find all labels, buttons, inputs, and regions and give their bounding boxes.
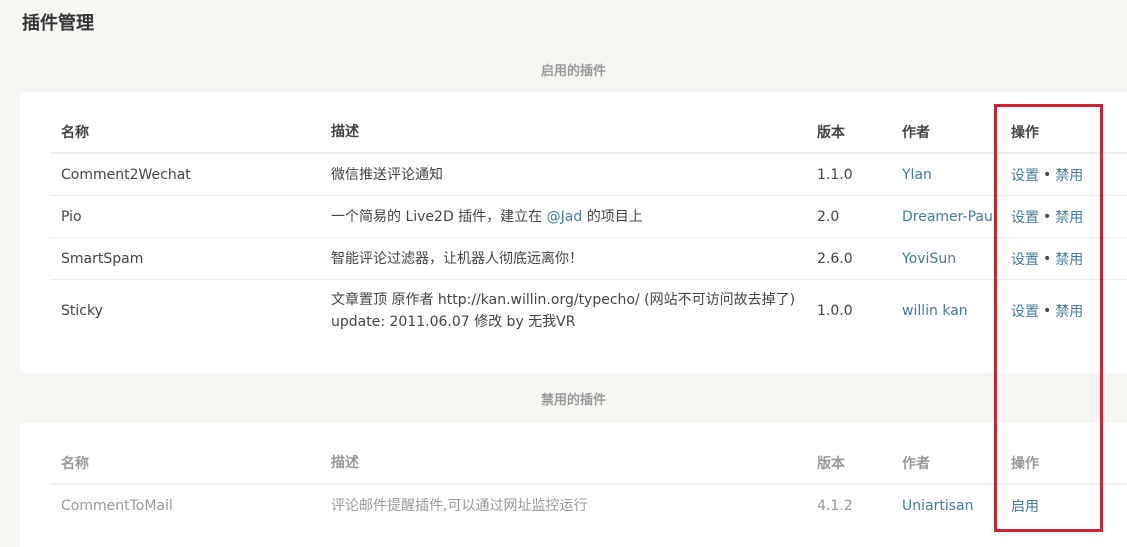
plugin-version: 2.6.0	[817, 250, 853, 267]
plugin-author-cell: Uniartisan	[902, 485, 1002, 527]
plugin-description-text: 微信推送评论通知	[331, 166, 443, 183]
plugin-name: Pio	[61, 208, 82, 225]
plugin-author-cell: YoviSun	[902, 238, 1002, 279]
plugin-actions: 设置 • 禁用	[1011, 280, 1121, 342]
enable-link[interactable]: 启用	[1011, 496, 1039, 516]
plugin-version: 2.0	[817, 208, 840, 225]
table-row: Pio 一个简易的 Live2D 插件，建立在 @Jad 的项目上 2.0 Dr…	[50, 196, 1127, 238]
plugin-actions: 设置 • 禁用	[1011, 154, 1121, 195]
plugin-version: 1.0.0	[817, 303, 853, 319]
plugin-description: 文章置顶 原作者 http://kan.willin.org/typecho/ …	[331, 280, 796, 342]
plugin-description: 微信推送评论通知	[331, 154, 796, 195]
enabled-section-title: 启用的插件	[540, 64, 606, 79]
disable-link[interactable]: 禁用	[1055, 249, 1083, 269]
action-separator: •	[1043, 303, 1052, 319]
column-version-header: 版本	[817, 125, 845, 141]
plugin-name: SmartSpam	[61, 250, 144, 267]
plugin-actions: 启用	[1011, 485, 1121, 527]
column-version-header: 版本	[817, 456, 845, 472]
plugin-version: 4.1.2	[817, 498, 853, 514]
table-row: Comment2Wechat 微信推送评论通知 1.1.0 Ylan 设置 • 禁用	[50, 154, 1127, 196]
plugin-author-cell: Dreamer-Paul	[902, 196, 1002, 237]
plugin-name: CommentToMail	[61, 498, 173, 514]
settings-link[interactable]: 设置	[1011, 301, 1039, 321]
plugin-author-cell: Ylan	[902, 154, 1002, 195]
plugin-name: Sticky	[61, 303, 103, 319]
disable-link[interactable]: 禁用	[1055, 165, 1083, 185]
plugin-description: 评论邮件提醒插件,可以通过网址监控运行	[331, 498, 588, 514]
action-separator: •	[1043, 208, 1052, 225]
plugin-description: 智能评论过滤器，让机器人彻底远离你！	[331, 238, 796, 279]
action-separator: •	[1043, 250, 1052, 267]
disable-link[interactable]: 禁用	[1055, 301, 1083, 321]
plugin-name: Comment2Wechat	[61, 166, 191, 183]
column-actions-header: 操作	[1011, 125, 1039, 141]
plugin-author-link[interactable]: Ylan	[902, 167, 932, 183]
plugin-description-text: 智能评论过滤器，让机器人彻底远离你！	[331, 250, 583, 267]
column-desc-header: 描述	[331, 455, 359, 471]
column-author-header: 作者	[902, 125, 930, 141]
action-separator: •	[1043, 166, 1052, 183]
plugin-version: 1.1.0	[817, 166, 853, 183]
plugin-description: 一个简易的 Live2D 插件，建立在 @Jad 的项目上	[331, 196, 796, 237]
column-name-header: 名称	[61, 125, 89, 141]
settings-link[interactable]: 设置	[1011, 207, 1039, 227]
page-title: 插件管理	[22, 13, 94, 34]
plugin-author-link[interactable]: Uniartisan	[902, 498, 973, 514]
plugin-actions: 设置 • 禁用	[1011, 196, 1121, 237]
plugin-description-text-end: 的项目上	[582, 208, 643, 225]
plugin-author-link[interactable]: willin kan	[902, 303, 968, 319]
disabled-plugins-table: 名称 描述 版本 作者 操作 CommentToMail 评论邮件提醒插件,可以…	[20, 423, 1127, 547]
plugin-author-link[interactable]: Dreamer-Paul	[902, 209, 997, 225]
column-author-header: 作者	[902, 456, 930, 472]
settings-link[interactable]: 设置	[1011, 165, 1039, 185]
plugin-description-text: 文章置顶 原作者 http://kan.willin.org/typecho/ …	[331, 292, 796, 330]
plugin-author-cell: willin kan	[902, 280, 1002, 342]
disable-link[interactable]: 禁用	[1055, 207, 1083, 227]
column-name-header: 名称	[61, 456, 89, 472]
jad-mention-link[interactable]: @Jad	[547, 209, 583, 225]
enabled-table-header: 名称 描述 版本 作者 操作	[50, 112, 1127, 154]
settings-link[interactable]: 设置	[1011, 249, 1039, 269]
table-row: Sticky 文章置顶 原作者 http://kan.willin.org/ty…	[50, 280, 1127, 342]
disabled-table-header: 名称 描述 版本 作者 操作	[50, 443, 1127, 485]
column-actions-header: 操作	[1011, 456, 1039, 472]
enabled-plugins-table: 名称 描述 版本 作者 操作 Comment2Wechat 微信推送评论通知 1…	[20, 92, 1127, 373]
table-row: CommentToMail 评论邮件提醒插件,可以通过网址监控运行 4.1.2 …	[50, 485, 1127, 527]
disabled-section-title: 禁用的插件	[540, 393, 606, 408]
plugin-actions: 设置 • 禁用	[1011, 238, 1121, 279]
plugin-author-link[interactable]: YoviSun	[902, 251, 956, 267]
column-desc-header: 描述	[331, 124, 359, 140]
plugin-description-text: 一个简易的 Live2D 插件，建立在	[331, 208, 547, 225]
table-row: SmartSpam 智能评论过滤器，让机器人彻底远离你！ 2.6.0 YoviS…	[50, 238, 1127, 280]
